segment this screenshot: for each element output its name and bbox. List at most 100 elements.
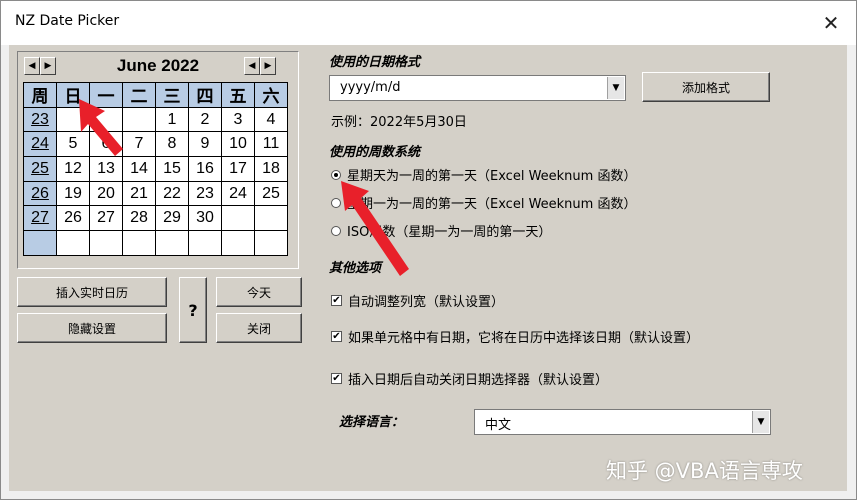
close-button[interactable]: 关闭 <box>216 313 302 343</box>
week-option-label: 星期一为一周的第一天（Excel Weeknum 函数） <box>347 197 637 212</box>
week-number-cell[interactable]: 27 <box>24 206 57 232</box>
day-cell[interactable]: 22 <box>156 181 189 207</box>
day-cell[interactable]: 5 <box>57 132 90 158</box>
day-cell[interactable] <box>222 231 255 256</box>
prev-month-icon[interactable]: ◀ <box>24 57 40 75</box>
option-select-cell-date[interactable]: ✔ 如果单元格中有日期，它将在日历中选择该日期（默认设置） <box>331 327 699 346</box>
option-label: 自动调整列宽（默认设置） <box>348 295 505 310</box>
day-cell[interactable] <box>90 107 123 133</box>
calendar-panel: ◀ ▶ June 2022 ◀ ▶ 周日一二三四五六 23 1 2 3 4 24 5 6 7 8 9 1… <box>17 51 299 269</box>
next-year-icon[interactable]: ▶ <box>260 57 276 75</box>
radio-button-icon[interactable] <box>331 169 341 180</box>
day-cell[interactable] <box>123 231 156 256</box>
option-label: 如果单元格中有日期，它将在日历中选择该日期（默认设置） <box>348 331 700 346</box>
day-cell[interactable] <box>255 231 288 256</box>
date-format-label: 使用的日期格式 <box>329 55 421 70</box>
title-bar: NZ Date Picker ✕ <box>1 1 856 45</box>
date-format-example: 示例：2022年5月30日 <box>331 115 467 130</box>
week-option-iso[interactable]: ISO周数（星期一为一周的第一天） <box>331 221 551 240</box>
day-cell[interactable]: 10 <box>222 132 255 158</box>
radio-button-icon[interactable] <box>331 225 341 236</box>
insert-live-calendar-button[interactable]: 插入实时日历 <box>17 277 167 307</box>
day-cell[interactable]: 30 <box>189 206 222 232</box>
week-option-label: 星期天为一周的第一天（Excel Weeknum 函数） <box>347 169 637 184</box>
prev-year-icon[interactable]: ◀ <box>244 57 260 75</box>
day-cell[interactable]: 20 <box>90 181 123 207</box>
day-cell[interactable]: 27 <box>90 206 123 232</box>
day-cell[interactable]: 8 <box>156 132 189 158</box>
day-cell[interactable]: 23 <box>189 181 222 207</box>
checkbox-icon[interactable]: ✔ <box>331 295 342 306</box>
date-format-combo[interactable]: yyyy/m/d ▼ <box>329 75 626 101</box>
language-value: 中文 <box>485 418 512 433</box>
day-cell[interactable]: 16 <box>189 157 222 182</box>
date-picker-window: NZ Date Picker ✕ ◀ ▶ June 2022 ◀ ▶ 周日一二三… <box>0 0 857 500</box>
day-cell[interactable] <box>123 107 156 133</box>
day-cell[interactable]: 14 <box>123 157 156 182</box>
option-auto-close[interactable]: ✔ 插入日期后自动关闭日期选择器（默认设置） <box>331 369 608 388</box>
help-button[interactable]: ? <box>179 277 207 343</box>
week-column-header: 周 <box>24 83 57 108</box>
month-label: June 2022 <box>116 56 200 75</box>
week-system-label: 使用的周数系统 <box>329 145 421 160</box>
chevron-down-icon[interactable]: ▼ <box>752 411 769 433</box>
next-month-icon[interactable]: ▶ <box>40 57 56 75</box>
day-cell[interactable]: 21 <box>123 181 156 207</box>
option-auto-fit-columns[interactable]: ✔ 自动调整列宽（默认设置） <box>331 291 504 310</box>
day-cell[interactable]: 1 <box>156 107 189 133</box>
day-cell[interactable]: 17 <box>222 157 255 182</box>
day-cell[interactable]: 13 <box>90 157 123 182</box>
day-cell[interactable]: 15 <box>156 157 189 182</box>
option-label: 插入日期后自动关闭日期选择器（默认设置） <box>348 373 609 388</box>
chevron-down-icon[interactable]: ▼ <box>607 77 624 99</box>
week-number-cell[interactable]: 26 <box>24 181 57 207</box>
day-cell[interactable]: 28 <box>123 206 156 232</box>
hide-settings-button[interactable]: 隐藏设置 <box>17 313 167 343</box>
day-cell[interactable]: 6 <box>90 132 123 158</box>
day-cell[interactable]: 12 <box>57 157 90 182</box>
week-option-monday[interactable]: 星期一为一周的第一天（Excel Weeknum 函数） <box>331 193 636 212</box>
day-cell[interactable] <box>255 206 288 232</box>
week-number-cell[interactable] <box>24 231 57 256</box>
week-option-sunday[interactable]: 星期天为一周的第一天（Excel Weeknum 函数） <box>331 165 636 184</box>
day-cell[interactable]: 11 <box>255 132 288 158</box>
checkbox-icon[interactable]: ✔ <box>331 331 342 342</box>
day-cell[interactable]: 9 <box>189 132 222 158</box>
week-number-cell[interactable]: 23 <box>24 107 57 133</box>
week-number-cell[interactable]: 24 <box>24 132 57 158</box>
day-cell[interactable] <box>90 231 123 256</box>
day-cell[interactable] <box>189 231 222 256</box>
language-label: 选择语言： <box>339 415 405 430</box>
radio-button-icon[interactable] <box>331 197 341 208</box>
weekday-header: 五 <box>222 83 255 108</box>
day-cell[interactable]: 24 <box>222 181 255 207</box>
day-cell[interactable] <box>222 206 255 232</box>
prev-next-left: ◀ ▶ <box>24 57 56 75</box>
add-format-button[interactable]: 添加格式 <box>642 72 770 102</box>
prev-next-right: ◀ ▶ <box>244 57 276 75</box>
dialog-body: ◀ ▶ June 2022 ◀ ▶ 周日一二三四五六 23 1 2 3 4 24 5 6 7 8 9 1… <box>9 45 847 491</box>
close-icon[interactable]: ✕ <box>816 9 846 37</box>
week-option-label: ISO周数（星期一为一周的第一天） <box>347 225 552 240</box>
day-cell[interactable]: 26 <box>57 206 90 232</box>
week-number-cell[interactable]: 25 <box>24 157 57 182</box>
date-format-value: yyyy/m/d <box>340 80 401 95</box>
day-cell[interactable]: 25 <box>255 181 288 207</box>
language-combo[interactable]: 中文 ▼ <box>474 409 771 435</box>
day-cell[interactable] <box>156 231 189 256</box>
other-options-label: 其他选项 <box>329 261 382 276</box>
day-cell[interactable] <box>57 107 90 133</box>
calendar-grid: 周日一二三四五六 23 1 2 3 4 24 5 6 7 8 9 10 11 25 12 13 14 15 16 17 1… <box>23 82 288 256</box>
day-cell[interactable]: 18 <box>255 157 288 182</box>
day-cell[interactable]: 19 <box>57 181 90 207</box>
day-cell[interactable]: 4 <box>255 107 288 133</box>
day-cell[interactable]: 2 <box>189 107 222 133</box>
day-cell[interactable] <box>57 231 90 256</box>
checkbox-icon[interactable]: ✔ <box>331 373 342 384</box>
weekday-header: 四 <box>189 83 222 108</box>
day-cell[interactable]: 7 <box>123 132 156 158</box>
day-cell[interactable]: 3 <box>222 107 255 133</box>
window-title: NZ Date Picker <box>15 13 120 29</box>
today-button[interactable]: 今天 <box>216 277 302 307</box>
day-cell[interactable]: 29 <box>156 206 189 232</box>
